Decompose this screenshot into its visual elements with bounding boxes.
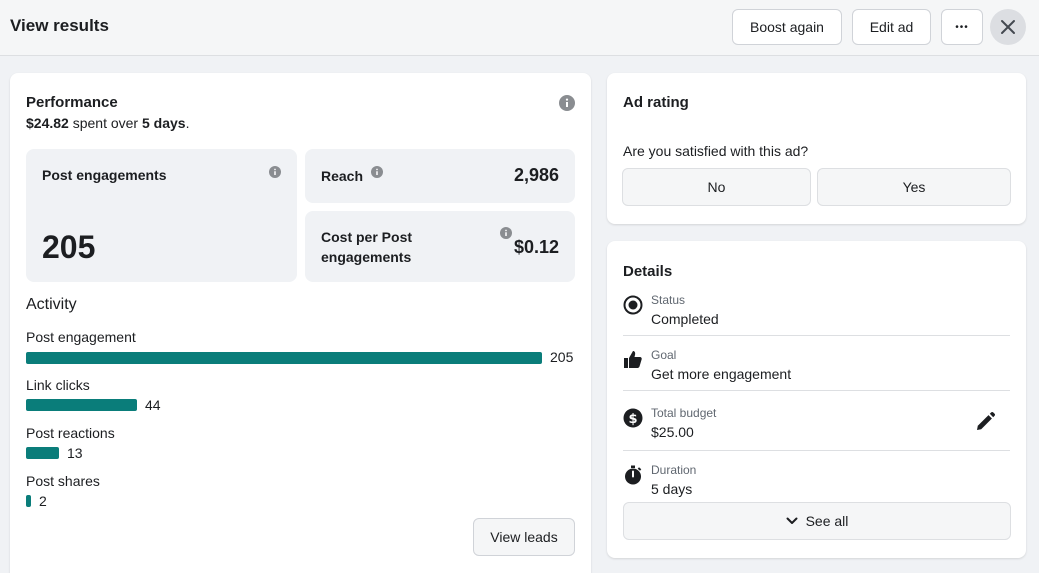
cost-per-engagement-label: Cost per Post engagements: [321, 227, 412, 267]
activity-label: Post shares: [26, 473, 100, 489]
info-icon[interactable]: [559, 95, 575, 111]
status-icon: [623, 295, 643, 315]
close-icon: [1001, 20, 1015, 34]
detail-value: Completed: [651, 311, 719, 327]
spent-days: 5 days: [141, 115, 186, 131]
ad-rating-title: Ad rating: [623, 94, 689, 111]
detail-label: Duration: [651, 463, 697, 477]
performance-card: Performance $24.82 spent over 5 days. Po…: [10, 73, 591, 573]
detail-value: 5 days: [651, 481, 693, 497]
chevron-down-icon: [786, 517, 798, 524]
activity-label: Post engagement: [26, 329, 136, 345]
activity-value: 13: [67, 445, 83, 461]
svg-text:$: $: [628, 412, 637, 427]
rating-yes-button[interactable]: Yes: [817, 168, 1011, 206]
detail-label: Total budget: [651, 406, 717, 420]
divider: [623, 335, 1010, 336]
info-icon[interactable]: [269, 166, 281, 178]
activity-title: Activity: [26, 296, 77, 313]
detail-label: Goal: [651, 348, 677, 362]
view-leads-button[interactable]: View leads: [473, 518, 575, 556]
stopwatch-icon: [623, 465, 643, 485]
spend-summary: $24.82 spent over 5 days.: [26, 115, 189, 131]
spent-end-text: .: [185, 115, 190, 131]
spent-amount: $24.82: [26, 115, 69, 131]
post-engagements-metric: Post engagements 205: [26, 149, 297, 282]
detail-value: Get more engagement: [651, 366, 792, 382]
see-all-button[interactable]: See all: [623, 502, 1011, 540]
page-title: View results: [10, 16, 109, 35]
reach-label: Reach: [321, 168, 364, 184]
activity-value: 205: [550, 349, 574, 365]
activity-bar: [26, 352, 542, 364]
activity-bar: [26, 447, 59, 459]
more-options-button[interactable]: •••: [941, 9, 983, 45]
divider: [623, 390, 1010, 391]
activity-value: 44: [145, 397, 161, 413]
thumbs-up-icon: [623, 350, 643, 370]
details-title: Details: [623, 263, 673, 280]
ad-rating-question: Are you satisfied with this ad?: [623, 143, 809, 159]
dollar-icon: $: [623, 408, 643, 428]
info-icon[interactable]: [371, 166, 383, 178]
cost-per-engagement-value: $0.12: [513, 237, 559, 257]
detail-label: Status: [651, 293, 686, 307]
post-engagements-value: 205: [42, 229, 96, 265]
activity-label: Link clicks: [26, 377, 90, 393]
info-icon[interactable]: [500, 227, 512, 239]
detail-value: $25.00: [651, 424, 694, 440]
reach-metric: Reach 2,986: [305, 149, 575, 203]
pencil-icon: [977, 411, 996, 430]
details-card: Details Status Completed Goal Get more e…: [607, 241, 1026, 558]
rating-no-button[interactable]: No: [622, 168, 811, 206]
activity-bar: [26, 495, 31, 507]
edit-ad-button[interactable]: Edit ad: [852, 9, 931, 45]
cost-label-line-2: engagements: [321, 249, 412, 265]
cost-label-line-1: Cost per Post: [321, 229, 413, 245]
see-all-label: See all: [805, 513, 849, 529]
activity-bar: [26, 399, 137, 411]
edit-budget-button[interactable]: [974, 411, 996, 433]
reach-value: 2,986: [513, 165, 559, 185]
spent-mid-text: spent over: [68, 115, 142, 131]
post-engagements-label: Post engagements: [42, 167, 167, 183]
activity-label: Post reactions: [26, 425, 115, 441]
close-button[interactable]: [990, 9, 1026, 45]
page-header: View results Boost again Edit ad •••: [0, 0, 1039, 56]
performance-title: Performance: [26, 94, 118, 111]
activity-value: 2: [39, 493, 47, 509]
boost-again-button[interactable]: Boost again: [732, 9, 842, 45]
divider: [623, 450, 1010, 451]
cost-per-engagement-metric: Cost per Post engagements $0.12: [305, 211, 575, 282]
ad-rating-card: Ad rating Are you satisfied with this ad…: [607, 73, 1026, 224]
